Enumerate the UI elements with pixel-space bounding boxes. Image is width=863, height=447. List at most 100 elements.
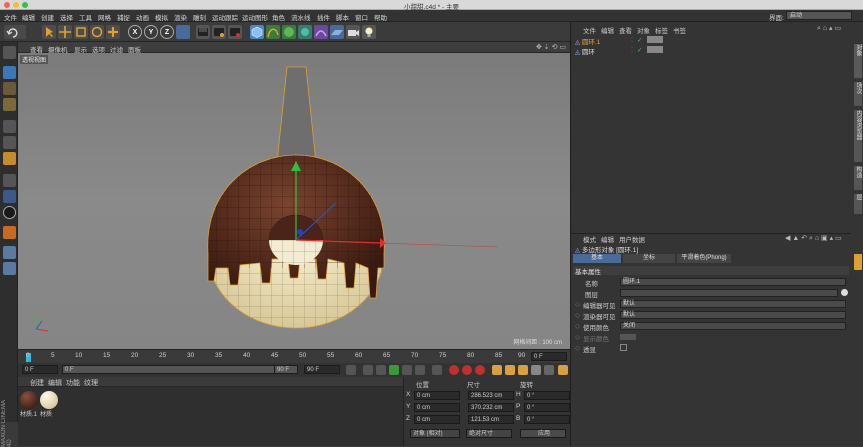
make-editable-icon[interactable] (3, 46, 16, 59)
goto-start-icon[interactable] (346, 365, 356, 375)
obj-menu-tags[interactable]: 标签 (655, 25, 668, 35)
obj-menu-bookmarks[interactable]: 书签 (673, 25, 686, 35)
record-icon[interactable] (449, 365, 459, 375)
3d-viewport[interactable]: 透视视图 网格间距 : 100 cm (18, 53, 570, 349)
key-parameter-icon[interactable] (531, 365, 541, 375)
object-row[interactable]: ◬ 圆环.1 ⁚ ✓ (575, 36, 845, 46)
axis-z-lock-icon[interactable]: Z (160, 25, 174, 39)
menu-help[interactable]: 帮助 (374, 12, 387, 22)
menu-mesh[interactable]: 网格 (98, 12, 111, 22)
workplane-icon[interactable] (3, 98, 16, 111)
rot-b-field[interactable]: 0 ° (524, 415, 570, 424)
tab-basic[interactable]: 基本 (573, 254, 621, 263)
menu-motion-tracking[interactable]: 运动跟踪 (212, 12, 238, 22)
layout-select[interactable]: 启动 (786, 11, 852, 20)
render-view-icon[interactable] (196, 25, 210, 39)
subdivision-surface-icon[interactable] (282, 25, 296, 39)
side-tab-takes[interactable]: 场次 (854, 82, 862, 106)
timeline-frame-field[interactable]: 0 F (531, 352, 567, 361)
rotate-tool-icon[interactable] (90, 25, 104, 39)
anim-dot-icon[interactable]: ◇ (575, 322, 580, 330)
size-y-field[interactable]: 370.232 cm (468, 403, 514, 412)
current-frame-field[interactable]: 0 F (22, 365, 58, 374)
menu-create[interactable]: 创建 (41, 12, 54, 22)
visibility-dots-icon[interactable]: ⁚ (631, 46, 633, 54)
editor-visible-select[interactable]: 默认 (620, 300, 846, 308)
viewport-nav-icons[interactable]: ✥ ⇣ ⟲ ▭ (536, 43, 566, 51)
obj-search-icons[interactable]: ⌕ ⌂ ▴ ▭ (817, 24, 841, 33)
rot-p-field[interactable]: 0 ° (524, 403, 570, 412)
pos-x-field[interactable]: 0 cm (414, 391, 460, 400)
deformer-icon[interactable] (314, 25, 328, 39)
timeline-ruler[interactable]: 0 5 10 15 20 25 30 35 40 45 50 55 60 65 … (18, 349, 570, 363)
rot-h-field[interactable]: 0 ° (524, 391, 570, 400)
next-frame-icon[interactable] (402, 365, 412, 375)
model-mode-icon[interactable] (3, 66, 16, 79)
obj-menu-objects[interactable]: 对象 (637, 25, 650, 35)
points-mode-icon[interactable] (3, 120, 16, 133)
camera-icon[interactable] (346, 25, 360, 39)
enable-snapping-icon[interactable] (3, 226, 16, 239)
menu-snap[interactable]: 捕捉 (117, 12, 130, 22)
key-scale-icon[interactable] (505, 365, 515, 375)
render-settings-icon[interactable] (228, 25, 242, 39)
select-cursor-icon[interactable] (42, 25, 56, 39)
coordinate-system-icon[interactable] (176, 25, 190, 39)
material-swatch-1[interactable]: 材质.1 (20, 391, 40, 418)
move-tool-icon[interactable] (58, 25, 72, 39)
name-field[interactable]: 圆环.1 (620, 278, 846, 286)
side-tab-objects[interactable]: 对象 (854, 44, 862, 78)
side-tab-attributes[interactable] (854, 254, 862, 270)
axis-y-lock-icon[interactable]: Y (144, 25, 158, 39)
texture-mode-icon[interactable] (3, 82, 16, 95)
menu-file[interactable]: 文件 (4, 12, 17, 22)
autokey-icon[interactable] (462, 365, 472, 375)
obj-menu-view[interactable]: 查看 (619, 25, 632, 35)
visibility-dots-icon[interactable]: ⁚ (631, 36, 633, 44)
display-color-swatch[interactable] (620, 334, 636, 340)
cube-primitive-icon[interactable] (250, 25, 264, 39)
attr-nav-icons[interactable]: ◀ ▲ ↶ ⌕ ⌂ ▣ ▴ ▭ (785, 234, 842, 243)
recent-tool-icon[interactable] (106, 25, 120, 39)
floor-icon[interactable] (330, 25, 344, 39)
key-position-icon[interactable] (492, 365, 502, 375)
menu-pipeline[interactable]: 流水线 (291, 12, 311, 22)
attr-menu-userdata[interactable]: 用户数据 (619, 234, 645, 244)
edges-mode-icon[interactable] (3, 136, 16, 149)
anim-dot-icon[interactable]: ◇ (575, 333, 580, 341)
render-picture-viewer-icon[interactable] (212, 25, 226, 39)
menu-sculpt[interactable]: 雕刻 (193, 12, 206, 22)
layer-field[interactable] (620, 289, 838, 297)
menu-edit[interactable]: 编辑 (22, 12, 35, 22)
use-color-select[interactable]: 关闭 (620, 322, 846, 330)
max-frame-field[interactable]: 90 F (304, 365, 340, 374)
menu-plugins[interactable]: 插件 (317, 12, 330, 22)
play-icon[interactable] (389, 365, 399, 375)
polygons-mode-icon[interactable] (3, 152, 16, 165)
menu-render[interactable]: 渲染 (174, 12, 187, 22)
key-rotation-icon[interactable] (518, 365, 528, 375)
anim-dot-icon[interactable]: ◇ (575, 344, 580, 352)
range-end-field[interactable]: 90 F (274, 365, 298, 374)
size-z-field[interactable]: 121.53 cm (468, 415, 514, 424)
enabled-check-icon[interactable]: ✓ (637, 46, 642, 54)
timeline-settings-icon[interactable] (558, 365, 568, 375)
object-row[interactable]: ◬ 圆环 ⁚ ✓ (575, 46, 845, 56)
prev-key-icon[interactable] (363, 365, 373, 375)
prev-frame-icon[interactable] (376, 365, 386, 375)
material-swatch-2[interactable]: 材质 (40, 391, 60, 418)
anim-dot-icon[interactable]: ◇ (575, 311, 580, 319)
menu-tools[interactable]: 工具 (79, 12, 92, 22)
size-x-field[interactable]: 286.523 cm (468, 391, 514, 400)
coord-mode-select[interactable]: 对象 (相对) (410, 429, 460, 438)
menu-select[interactable]: 选择 (60, 12, 73, 22)
axis-mode-icon[interactable] (3, 174, 16, 187)
attr-menu-edit[interactable]: 编辑 (601, 234, 614, 244)
scale-tool-icon[interactable] (74, 25, 88, 39)
axis-x-lock-icon[interactable]: X (128, 25, 142, 39)
light-bulb-icon[interactable] (362, 25, 376, 39)
range-start-field[interactable]: 0 F (62, 365, 298, 374)
menu-simulate[interactable]: 模拟 (155, 12, 168, 22)
tab-coordinates[interactable]: 坐标 (623, 254, 675, 263)
menu-character[interactable]: 角色 (272, 12, 285, 22)
